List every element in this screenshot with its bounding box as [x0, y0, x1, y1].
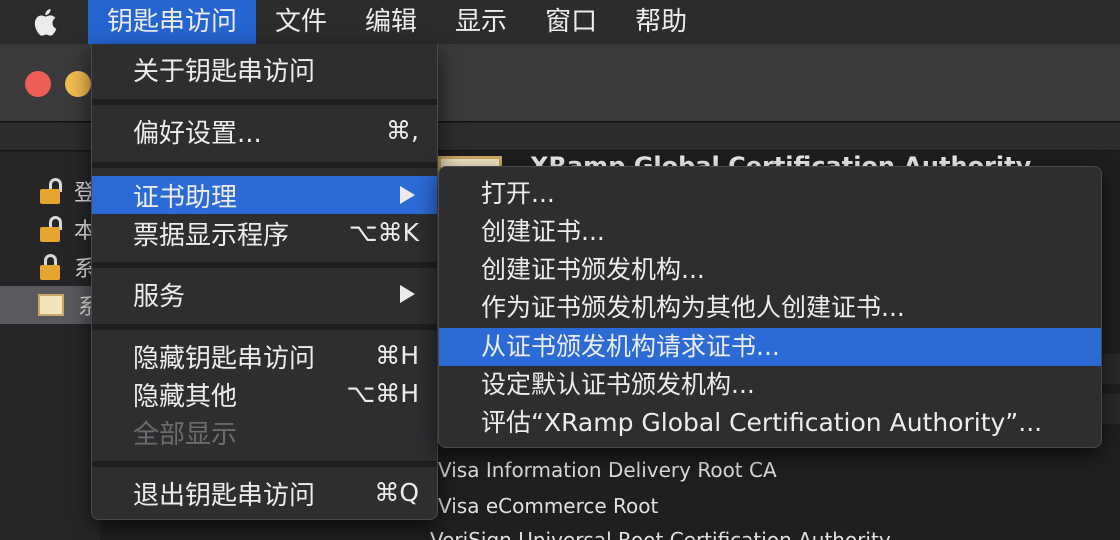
menu-item-hide-others[interactable]: 隐藏其他 ⌥⌘H: [92, 375, 437, 413]
shortcut-label: ⌥⌘K: [348, 218, 419, 247]
keychain-access-menu: 关于钥匙串访问 偏好设置... ⌘, 证书助理 票据显示程序 ⌥⌘K 服务 隐藏…: [91, 44, 438, 520]
shortcut-label: ⌘,: [386, 116, 419, 145]
menu-item-certificate-assistant[interactable]: 证书助理: [92, 176, 437, 214]
menu-separator: [92, 461, 437, 467]
list-item[interactable]: Visa Information Delivery Root CA: [438, 452, 777, 488]
shortcut-label: ⌘H: [375, 341, 419, 370]
shortcut-label: ⌥⌘H: [346, 379, 419, 408]
menu-item-label: 全部显示: [133, 419, 238, 450]
list-item[interactable]: Visa eCommerce Root: [438, 488, 658, 524]
menu-item-show-all: 全部显示: [92, 413, 437, 451]
sidebar-item-system-roots[interactable]: 系: [0, 286, 100, 324]
submenu-item-evaluate[interactable]: 评估“XRamp Global Certification Authority”…: [439, 404, 1101, 442]
menu-separator: [92, 262, 437, 268]
menu-separator: [92, 162, 437, 168]
menubar-item-help[interactable]: 帮助: [616, 0, 706, 44]
sidebar-item-login[interactable]: 登: [0, 172, 100, 210]
certificate-assistant-submenu: 打开... 创建证书... 创建证书颁发机构... 作为证书颁发机构为其他人创建…: [438, 166, 1102, 448]
list-item[interactable]: VeriSign Universal Root Certification Au…: [430, 522, 891, 540]
menu-item-about[interactable]: 关于钥匙串访问: [92, 50, 437, 88]
menu-item-label: 关于钥匙串访问: [133, 56, 316, 87]
sidebar: 登 本 系 系: [0, 152, 100, 540]
close-button[interactable]: [25, 71, 51, 97]
submenu-arrow-icon: [400, 186, 415, 204]
submenu-item-request-certificate[interactable]: 从证书颁发机构请求证书...: [439, 328, 1101, 366]
submenu-item-create-ca[interactable]: 创建证书颁发机构...: [439, 251, 1101, 289]
menu-item-hide[interactable]: 隐藏钥匙串访问 ⌘H: [92, 337, 437, 375]
row-stripe: [1100, 394, 1120, 424]
menubar-item-view[interactable]: 显示: [436, 0, 526, 44]
menu-item-label: 偏好设置...: [133, 118, 262, 149]
certificate-icon: [38, 294, 64, 316]
menu-item-label: 隐藏其他: [133, 381, 238, 412]
locked-icon: [38, 254, 60, 280]
menubar-item-keychain[interactable]: 钥匙串访问: [88, 0, 257, 44]
shortcut-label: ⌘Q: [374, 478, 419, 507]
sidebar-item-local[interactable]: 本: [0, 210, 100, 248]
submenu-item-create-certificate[interactable]: 创建证书...: [439, 213, 1101, 251]
menubar-item-edit[interactable]: 编辑: [346, 0, 436, 44]
menu-item-preferences[interactable]: 偏好设置... ⌘,: [92, 112, 437, 150]
menu-item-label: 隐藏钥匙串访问: [133, 343, 316, 374]
apple-logo-icon: [34, 9, 57, 36]
menu-item-label: 服务: [133, 281, 186, 312]
menu-item-services[interactable]: 服务: [92, 275, 437, 313]
menu-separator: [92, 324, 437, 330]
menu-item-ticket-viewer[interactable]: 票据显示程序 ⌥⌘K: [92, 214, 437, 252]
submenu-item-set-default-ca[interactable]: 设定默认证书颁发机构...: [439, 366, 1101, 404]
menu-item-label: 退出钥匙串访问: [133, 480, 316, 511]
menu-bar: 钥匙串访问 文件 编辑 显示 窗口 帮助: [0, 0, 1120, 44]
submenu-arrow-icon: [400, 285, 415, 303]
menubar-item-file[interactable]: 文件: [256, 0, 346, 44]
unlocked-icon: [38, 216, 62, 242]
sidebar-item-system[interactable]: 系: [0, 248, 100, 286]
minimize-button[interactable]: [65, 71, 91, 97]
row-stripe: [1100, 354, 1120, 384]
menu-separator: [92, 99, 437, 105]
submenu-item-create-cert-for-others[interactable]: 作为证书颁发机构为其他人创建证书...: [439, 289, 1101, 327]
menubar-item-window[interactable]: 窗口: [526, 0, 616, 44]
menu-item-quit[interactable]: 退出钥匙串访问 ⌘Q: [92, 474, 437, 512]
apple-menu[interactable]: [0, 0, 88, 44]
unlocked-icon: [38, 178, 62, 204]
submenu-item-open[interactable]: 打开...: [439, 175, 1101, 213]
menu-item-label: 证书助理: [133, 182, 238, 213]
menu-item-label: 票据显示程序: [133, 220, 290, 251]
